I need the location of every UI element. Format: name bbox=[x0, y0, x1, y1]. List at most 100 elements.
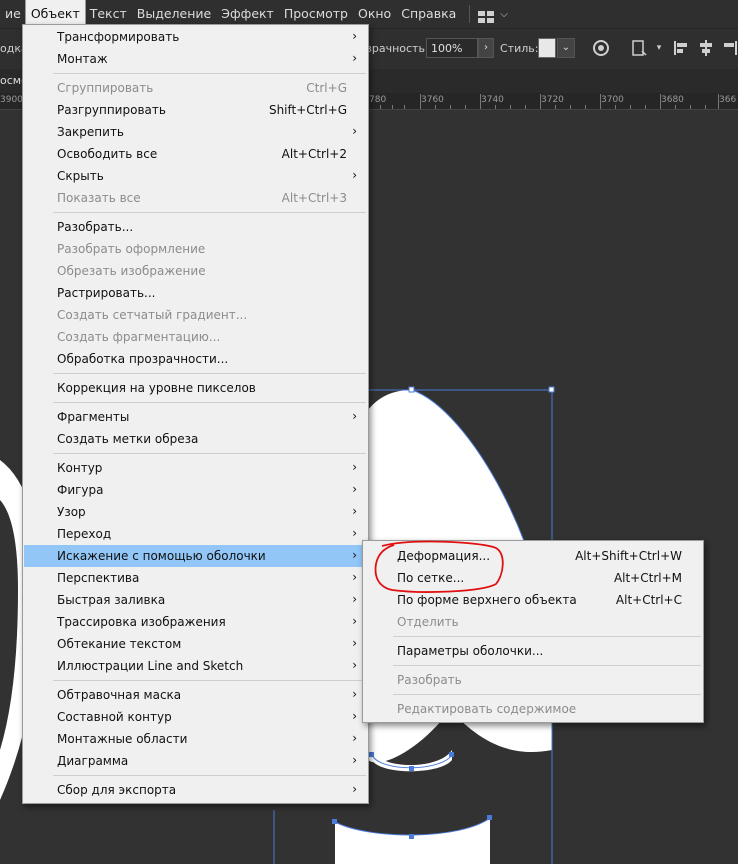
ruler-tick bbox=[510, 105, 511, 109]
menu-item-29[interactable]: Быстрая заливка › bbox=[24, 589, 367, 611]
menu-item-23[interactable]: Контур › bbox=[24, 457, 367, 479]
menu-item-label: Отделить bbox=[397, 615, 459, 629]
chevron-down-icon[interactable]: ⌵ bbox=[500, 9, 508, 20]
menu-item-label: Показать все bbox=[57, 191, 141, 205]
menu-item-label: Редактировать содержимое bbox=[397, 702, 577, 716]
opacity-label: зрачность: bbox=[366, 42, 429, 55]
align-right-icon[interactable] bbox=[721, 39, 738, 57]
ruler-tick bbox=[465, 105, 466, 109]
menu-item-label: Обтравочная маска bbox=[57, 688, 182, 702]
ruler-label: 780 bbox=[369, 95, 387, 105]
recolor-icon[interactable] bbox=[592, 39, 610, 57]
menu-item-27[interactable]: Искажение с помощью оболочки › bbox=[24, 545, 367, 567]
menu-item-35[interactable]: Составной контур › bbox=[24, 706, 367, 728]
menu-item-5[interactable]: Параметры оболочки... bbox=[364, 640, 702, 662]
menu-item-label: Узор bbox=[57, 505, 86, 519]
ruler-tick bbox=[645, 105, 646, 109]
menu-item-label: Монтаж bbox=[57, 52, 108, 66]
chevron-down-icon[interactable]: ▾ bbox=[650, 39, 668, 57]
anchor-point bbox=[408, 386, 415, 393]
menu-item-label: Создать метки обреза bbox=[57, 432, 199, 446]
menu-separator bbox=[53, 775, 366, 776]
style-swatch[interactable] bbox=[538, 38, 556, 58]
menu-separator bbox=[53, 680, 366, 681]
ruler-tick bbox=[630, 105, 631, 109]
menu-item-7[interactable]: Скрыть › bbox=[24, 165, 367, 187]
menu-item-label: Перспектива bbox=[57, 571, 140, 585]
ruler-tick bbox=[585, 105, 586, 109]
menu-separator bbox=[53, 373, 366, 374]
menu-separator bbox=[393, 694, 701, 695]
menubar-divider bbox=[469, 5, 471, 23]
chevron-right-icon: › bbox=[352, 124, 357, 138]
menu-item-16[interactable]: Обработка прозрачности... bbox=[24, 348, 367, 370]
menu-item-10[interactable]: Разобрать... bbox=[24, 216, 367, 238]
menu-item-label: Обтекание текстом bbox=[57, 637, 182, 651]
menu-item-label: Трассировка изображения bbox=[57, 615, 226, 629]
menu-item-31[interactable]: Обтекание текстом › bbox=[24, 633, 367, 655]
object-menu: Трансформировать › Монтаж › Сгруппировать Ctr… bbox=[22, 24, 369, 804]
menu-item-26[interactable]: Переход › bbox=[24, 523, 367, 545]
menu-item-4[interactable]: Разгруппировать Shift+Ctrl+G bbox=[24, 99, 367, 121]
align-left-icon[interactable] bbox=[672, 39, 690, 57]
ruler-tick bbox=[705, 105, 706, 109]
menu-item-shortcut: Alt+Ctrl+3 bbox=[281, 191, 347, 205]
menu-item-label: Коррекция на уровне пикселов bbox=[57, 381, 256, 395]
menu-item-20[interactable]: Фрагменты › bbox=[24, 406, 367, 428]
menu-item-34[interactable]: Обтравочная маска › bbox=[24, 684, 367, 706]
ruler-tick bbox=[380, 105, 381, 109]
opacity-field[interactable]: 100% bbox=[426, 38, 478, 58]
menu-item-label: Параметры оболочки... bbox=[397, 644, 544, 658]
layout-grid-icon[interactable] bbox=[478, 8, 495, 23]
document-setup-icon[interactable] bbox=[630, 39, 648, 57]
menu-item-label: Закрепить bbox=[57, 125, 125, 139]
menu-item-label: Растрировать... bbox=[57, 286, 156, 300]
menu-help[interactable]: Справка bbox=[396, 0, 461, 28]
menu-item-18[interactable]: Коррекция на уровне пикселов bbox=[24, 377, 367, 399]
ruler-tick bbox=[718, 94, 719, 109]
menu-item-label: Искажение с помощью оболочки bbox=[57, 549, 266, 563]
anchor-point bbox=[369, 752, 374, 757]
menu-item-label: Создать сетчатый градиент... bbox=[57, 308, 248, 322]
menu-item-label: Обработка прозрачности... bbox=[57, 352, 229, 366]
menu-item-30[interactable]: Трассировка изображения › bbox=[24, 611, 367, 633]
menu-item-21[interactable]: Создать метки обреза bbox=[24, 428, 367, 450]
chevron-right-icon: › bbox=[352, 526, 357, 540]
menu-item-label: Создать фрагментацию... bbox=[57, 330, 221, 344]
menu-item-0[interactable]: Трансформировать › bbox=[24, 26, 367, 48]
style-dropdown-button[interactable]: ⌄ bbox=[557, 38, 575, 58]
ruler-tick bbox=[570, 105, 571, 109]
chevron-right-icon: › bbox=[352, 168, 357, 182]
menu-item-label: Иллюстрации Line and Sketch bbox=[57, 659, 244, 673]
ruler-tick bbox=[420, 94, 421, 109]
menu-item-24[interactable]: Фигура › bbox=[24, 479, 367, 501]
ruler-tick bbox=[660, 94, 661, 109]
chevron-right-icon: › bbox=[352, 753, 357, 767]
menu-item-label: Трансформировать bbox=[57, 30, 180, 44]
menu-item-shortcut: Alt+Ctrl+C bbox=[615, 593, 682, 607]
ruler-tick bbox=[525, 105, 526, 109]
menu-item-1[interactable]: Монтаж › bbox=[24, 48, 367, 70]
menu-item-32[interactable]: Иллюстрации Line and Sketch › bbox=[24, 655, 367, 677]
align-center-icon[interactable] bbox=[697, 39, 715, 57]
menu-item-6[interactable]: Освободить все Alt+Ctrl+2 bbox=[24, 143, 367, 165]
menu-item-9: Редактировать содержимое bbox=[364, 698, 702, 720]
chevron-right-icon: › bbox=[352, 504, 357, 518]
menu-item-39[interactable]: Сбор для экспорта › bbox=[24, 779, 367, 801]
menu-item-15: Создать фрагментацию... bbox=[24, 326, 367, 348]
menu-separator bbox=[393, 636, 701, 637]
menu-item-label: Контур bbox=[57, 461, 103, 475]
menu-item-5[interactable]: Закрепить › bbox=[24, 121, 367, 143]
menu-item-label: Фигура bbox=[57, 483, 104, 497]
opacity-expand-button[interactable]: › bbox=[478, 38, 494, 58]
menu-item-13[interactable]: Растрировать... bbox=[24, 282, 367, 304]
menu-item-7: Разобрать bbox=[364, 669, 702, 691]
menu-item-label: Быстрая заливка bbox=[57, 593, 166, 607]
menu-item-25[interactable]: Узор › bbox=[24, 501, 367, 523]
menu-item-28[interactable]: Перспектива › bbox=[24, 567, 367, 589]
menu-item-label: Разобрать bbox=[397, 673, 462, 687]
ruler-tick bbox=[555, 105, 556, 109]
chevron-right-icon: › bbox=[352, 592, 357, 606]
menu-item-37[interactable]: Диаграмма › bbox=[24, 750, 367, 772]
menu-item-36[interactable]: Монтажные области › bbox=[24, 728, 367, 750]
